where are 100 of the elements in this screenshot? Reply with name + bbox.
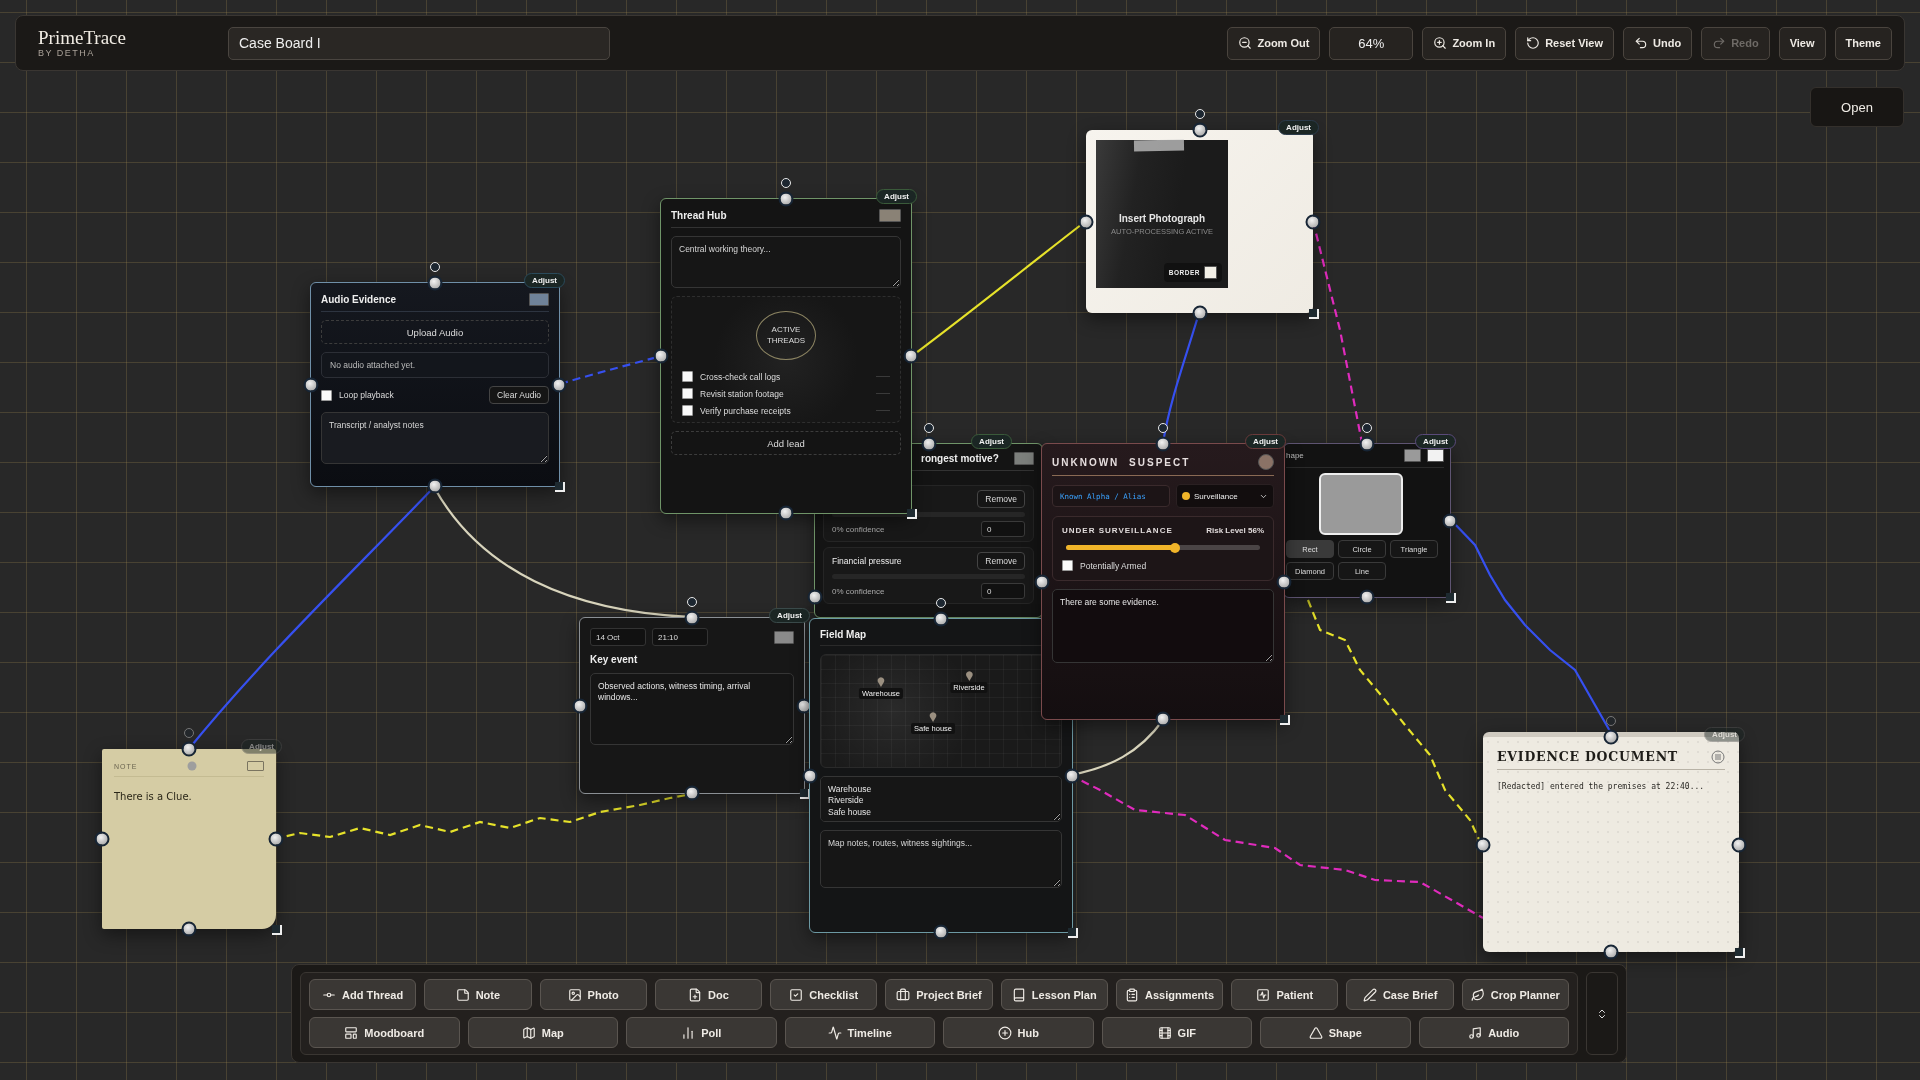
open-button[interactable]: Open	[1810, 87, 1904, 127]
resize-handle[interactable]	[1280, 715, 1290, 725]
clear-audio-button[interactable]: Clear Audio	[489, 386, 549, 404]
add-node-button[interactable]: Poll	[626, 1017, 777, 1048]
connection-handle[interactable]	[1359, 436, 1375, 452]
connection-handle[interactable]	[1192, 122, 1207, 138]
map-pin-icon[interactable]	[877, 677, 885, 687]
add-node-button[interactable]: Case Brief	[1346, 979, 1454, 1010]
adjust-button[interactable]: Adjust	[1278, 120, 1319, 135]
connection-handle[interactable]	[1359, 589, 1375, 605]
collapse-toggle[interactable]	[1586, 972, 1618, 1055]
adjust-button[interactable]: Adjust	[1245, 434, 1286, 449]
connection-handle[interactable]	[778, 505, 794, 521]
add-lead-button[interactable]: Add lead	[671, 431, 901, 455]
link-handle[interactable]	[184, 728, 194, 738]
map-pin-icon[interactable]	[929, 712, 937, 722]
add-node-button[interactable]: Photo	[539, 979, 647, 1010]
connection-handle[interactable]	[653, 348, 669, 364]
checkbox-option[interactable]: Cross-check call logs	[682, 371, 781, 382]
connection-handle[interactable]	[551, 377, 567, 392]
add-node-button[interactable]: Crop Planner	[1461, 979, 1569, 1010]
connection-handle[interactable]	[1064, 768, 1080, 783]
details-field[interactable]: Observed actions, witness timing, arrival windows...	[590, 673, 794, 745]
connection-handle[interactable]	[1305, 214, 1321, 229]
board-title-field[interactable]: Case Board I	[228, 26, 610, 60]
connection-handle[interactable]	[807, 589, 823, 605]
connection-handle[interactable]	[778, 191, 794, 207]
connection-handle[interactable]	[1442, 513, 1458, 528]
toolbar-button[interactable]: Undo	[1623, 26, 1693, 60]
resize-handle[interactable]	[1068, 928, 1078, 938]
color-swatch[interactable]	[774, 630, 794, 644]
link-handle[interactable]	[430, 262, 440, 272]
link-handle[interactable]	[923, 423, 934, 433]
add-node-button[interactable]: Assignments	[1115, 979, 1224, 1010]
adjust-button[interactable]: Adjust	[241, 739, 282, 754]
time-field[interactable]: 21:10	[652, 628, 708, 646]
add-node-button[interactable]: Lesson Plan	[1000, 979, 1108, 1010]
connection-handle[interactable]	[1475, 837, 1491, 852]
add-node-button[interactable]: Audio	[1418, 1017, 1569, 1048]
connection-handle[interactable]	[1603, 944, 1619, 960]
link-handle[interactable]	[1362, 423, 1372, 433]
resize-handle[interactable]	[1309, 309, 1319, 319]
resize-handle[interactable]	[1735, 948, 1745, 958]
theory-field[interactable]: Central working theory...	[671, 236, 901, 288]
color-swatch[interactable]	[1204, 266, 1217, 279]
add-node-button[interactable]: Note	[424, 979, 532, 1010]
vote-field[interactable]: 0	[981, 583, 1025, 599]
connection-handle[interactable]	[684, 610, 700, 626]
upload-audio-button[interactable]: Upload Audio	[321, 320, 549, 344]
connection-handle[interactable]	[1731, 837, 1747, 852]
locations-field[interactable]: Warehouse Riverside Safe house	[820, 776, 1062, 822]
adjust-button[interactable]: Adjust	[524, 273, 565, 288]
color-swatch[interactable]	[1014, 452, 1034, 465]
link-handle[interactable]	[1606, 716, 1616, 726]
document-icon[interactable]	[1711, 749, 1725, 764]
adjust-button[interactable]: Adjust	[971, 434, 1012, 449]
connection-handle[interactable]	[903, 348, 919, 364]
link-handle[interactable]	[936, 598, 946, 608]
connection-handle[interactable]	[94, 831, 110, 847]
add-node-button[interactable]: Patient	[1231, 979, 1339, 1010]
connection-handle[interactable]	[1603, 729, 1619, 745]
resize-handle[interactable]	[555, 482, 565, 492]
connection-handle[interactable]	[572, 698, 588, 713]
resize-handle[interactable]	[1446, 593, 1456, 603]
color-swatch[interactable]	[1258, 454, 1274, 470]
color-swatch[interactable]	[1427, 449, 1444, 462]
remove-button[interactable]: Remove	[977, 490, 1025, 508]
add-node-button[interactable]: Doc	[654, 979, 763, 1010]
map-pin-icon[interactable]	[965, 671, 973, 681]
add-node-button[interactable]: Project Brief	[885, 979, 993, 1010]
link-handle[interactable]	[1158, 423, 1168, 433]
connection-handle[interactable]	[933, 924, 949, 940]
risk-slider[interactable]	[1066, 545, 1260, 550]
resize-handle[interactable]	[272, 925, 282, 935]
map-notes-field[interactable]: Map notes, routes, witness sightings...	[820, 830, 1062, 888]
status-dropdown[interactable]: Surveillance	[1176, 484, 1274, 508]
checkbox-option[interactable]: Revisit station footage	[682, 388, 784, 399]
add-node-button[interactable]: Add Thread	[309, 979, 417, 1010]
color-swatch[interactable]	[879, 209, 901, 222]
add-node-button[interactable]: Moodboard	[309, 1017, 460, 1048]
connection-handle[interactable]	[303, 377, 319, 392]
suspect-notes-field[interactable]: There are some evidence.	[1052, 589, 1274, 663]
checkbox-option[interactable]: Loop playback	[321, 389, 394, 401]
connection-handle[interactable]	[427, 275, 443, 291]
toolbar-button[interactable]: Zoom Out	[1227, 26, 1321, 60]
add-node-button[interactable]: Timeline	[784, 1017, 935, 1048]
connection-handle[interactable]	[268, 831, 284, 847]
toolbar-button[interactable]: Reset View	[1515, 26, 1615, 60]
connection-handle[interactable]	[1155, 436, 1171, 452]
color-swatch[interactable]	[529, 293, 549, 306]
connection-handle[interactable]	[684, 785, 700, 801]
add-node-button[interactable]: GIF	[1101, 1017, 1252, 1048]
color-swatch[interactable]	[1404, 449, 1421, 462]
color-swatch[interactable]	[247, 761, 264, 771]
add-node-button[interactable]: Shape	[1260, 1017, 1411, 1048]
adjust-button[interactable]: Adjust	[876, 189, 917, 204]
add-node-button[interactable]: Map	[467, 1017, 618, 1048]
link-handle[interactable]	[781, 178, 791, 188]
connection-handle[interactable]	[181, 921, 197, 937]
connection-handle[interactable]	[181, 741, 197, 757]
